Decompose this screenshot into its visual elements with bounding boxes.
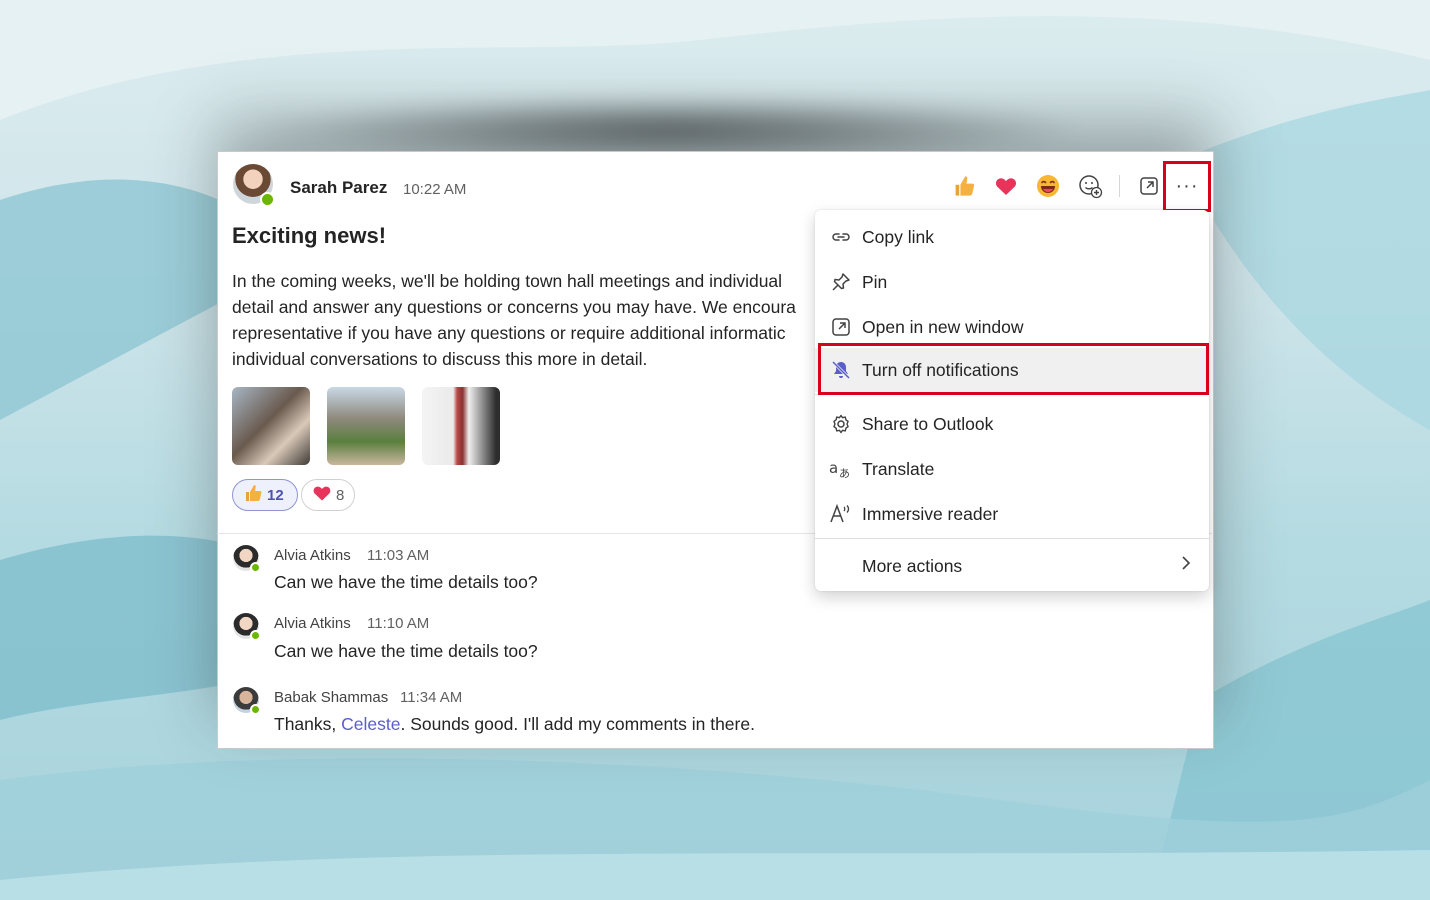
post-title: Exciting news! <box>232 223 387 248</box>
reaction-count: 12 <box>267 486 284 504</box>
add-reaction-icon <box>1079 175 1103 199</box>
reply-author[interactable]: Babak Shammas <box>274 689 388 706</box>
image-thumbnail-atrium[interactable] <box>327 387 405 465</box>
thumbs-up-icon <box>243 483 263 507</box>
gear-icon <box>829 412 853 436</box>
open-window-icon <box>829 315 853 339</box>
presence-available-icon <box>250 562 261 573</box>
reaction-count: 8 <box>336 486 345 504</box>
menu-item-translate[interactable]: aあ Translate <box>815 447 1209 491</box>
menu-item-more-actions[interactable]: More actions <box>815 544 1209 588</box>
post-body-line: individual conversations to discuss this… <box>232 349 648 369</box>
menu-item-share-to-outlook[interactable]: Share to Outlook <box>815 402 1209 446</box>
reaction-heart-pill[interactable]: 8 <box>301 479 355 511</box>
post-body-line: In the coming weeks, we'll be holding to… <box>232 271 783 291</box>
reaction-thumbs-up-pill[interactable]: 12 <box>232 479 298 511</box>
author-name[interactable]: Sarah Parez <box>290 178 387 198</box>
immersive-reader-icon <box>829 502 853 526</box>
open-in-new-window-button[interactable] <box>1135 172 1163 200</box>
more-options-button[interactable]: ··· <box>1163 161 1211 212</box>
reply-time: 11:34 AM <box>400 689 463 706</box>
toolbar-divider <box>1119 175 1120 197</box>
open-window-icon <box>1140 177 1158 195</box>
pin-icon <box>829 270 853 294</box>
menu-item-copy-link[interactable]: Copy link <box>815 215 1209 259</box>
bell-off-icon <box>829 358 853 382</box>
menu-item-turn-off-notifications[interactable]: Turn off notifications <box>815 348 1209 392</box>
reply-text: Can we have the time details too? <box>274 641 538 661</box>
menu-item-label: Share to Outlook <box>862 413 994 434</box>
post-body-line: detail and answer any questions or conce… <box>232 297 796 317</box>
reply-time: 11:03 AM <box>367 547 430 564</box>
ellipsis-icon: ··· <box>1175 175 1199 197</box>
menu-item-label: Translate <box>862 458 935 479</box>
menu-item-label: Immersive reader <box>862 503 999 524</box>
reply-time: 11:10 AM <box>367 615 430 632</box>
presence-available-icon <box>250 630 261 641</box>
menu-item-label: Copy link <box>862 226 934 247</box>
svg-text:a: a <box>829 459 838 477</box>
link-icon <box>829 225 853 249</box>
menu-item-label: Open in new window <box>862 316 1024 337</box>
heart-reaction-button[interactable] <box>992 172 1020 200</box>
reply-text: Thanks, Celeste. Sounds good. I'll add m… <box>274 714 755 735</box>
laugh-reaction-button[interactable] <box>1034 172 1062 200</box>
post-time: 10:22 AM <box>403 181 467 198</box>
chevron-right-icon <box>1179 554 1193 578</box>
add-reaction-button[interactable] <box>1076 172 1104 200</box>
context-menu: Copy link Pin Open in new window Turn of… <box>815 210 1209 591</box>
reply-text-after: . Sounds good. I'll add my comments in t… <box>400 714 755 734</box>
thumbs-up-icon <box>955 176 975 196</box>
heart-icon <box>312 483 332 507</box>
menu-divider <box>815 538 1209 539</box>
presence-available-icon <box>260 192 275 207</box>
reply-text: Can we have the time details too? <box>274 572 538 592</box>
image-thumbnail-presenter[interactable] <box>422 387 500 465</box>
svg-text:あ: あ <box>839 467 850 480</box>
reply-author[interactable]: Alvia Atkins <box>274 547 351 564</box>
heart-icon <box>995 178 1017 195</box>
post-body: In the coming weeks, we'll be holding to… <box>232 268 852 372</box>
post-body-line: representative if you have any questions… <box>232 323 786 343</box>
reply-text-before: Thanks, <box>274 714 342 734</box>
menu-item-immersive-reader[interactable]: Immersive reader <box>815 492 1209 536</box>
menu-item-pin[interactable]: Pin <box>815 260 1209 304</box>
thumbs-up-reaction-button[interactable] <box>950 172 978 200</box>
translate-icon: aあ <box>829 457 853 481</box>
presence-available-icon <box>250 704 261 715</box>
mention-link[interactable]: Celeste <box>341 714 400 734</box>
image-thumbnail-meeting[interactable] <box>232 387 310 465</box>
menu-item-label: Pin <box>862 271 888 292</box>
reply-author[interactable]: Alvia Atkins <box>274 615 351 632</box>
menu-item-label: Turn off notifications <box>862 359 1019 380</box>
menu-divider <box>815 394 1209 395</box>
menu-item-label: More actions <box>862 555 963 576</box>
laugh-icon <box>1037 175 1059 197</box>
menu-item-open-new-window[interactable]: Open in new window <box>815 305 1209 349</box>
